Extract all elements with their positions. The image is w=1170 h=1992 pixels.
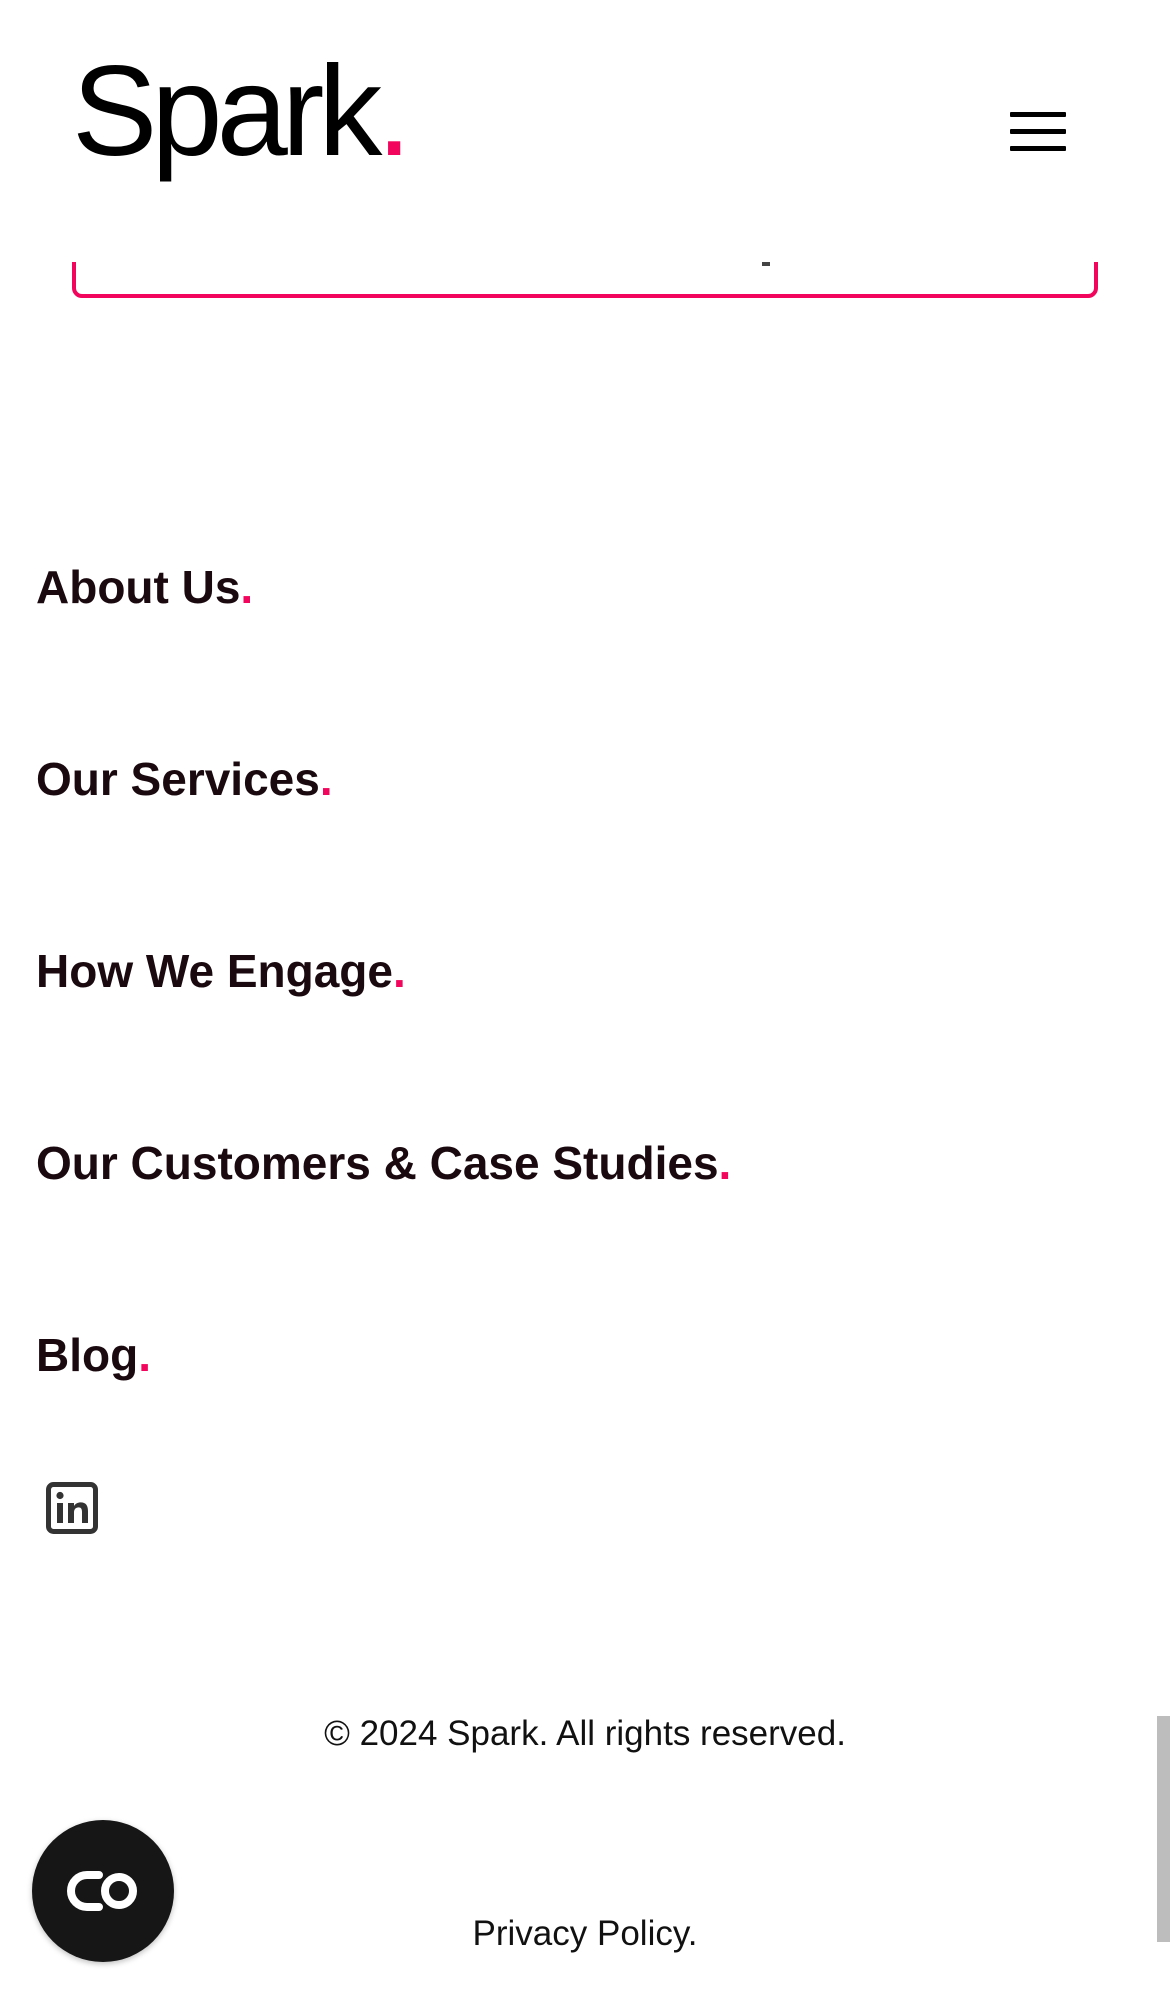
chat-widget-button[interactable] bbox=[32, 1820, 174, 1962]
logo-text: Spark bbox=[72, 40, 382, 183]
nav-label: Our Customers & Case Studies bbox=[36, 1137, 719, 1189]
menu-bar bbox=[1010, 129, 1066, 134]
spark-logo[interactable]: Spark. bbox=[72, 48, 412, 176]
logo-dot: . bbox=[376, 40, 411, 183]
scrollbar-thumb[interactable] bbox=[1157, 1716, 1170, 1942]
nav-blog[interactable]: Blog. bbox=[36, 1328, 151, 1382]
menu-bar bbox=[1010, 146, 1066, 151]
nav-label: Our Services bbox=[36, 753, 320, 805]
nav-dot: . bbox=[240, 561, 254, 613]
linkedin-icon[interactable] bbox=[46, 1482, 98, 1534]
copyright-text: © 2024 Spark. All rights reserved. bbox=[324, 1714, 846, 1753]
menu-icon[interactable] bbox=[1010, 112, 1066, 154]
menu-bar bbox=[1010, 112, 1066, 117]
nav-our-services[interactable]: Our Services. bbox=[36, 752, 333, 806]
nav-label: About Us bbox=[36, 561, 241, 613]
nav-label: How We Engage bbox=[36, 945, 393, 997]
privacy-policy-link[interactable]: Privacy Policy. bbox=[0, 1914, 1170, 1954]
nav-how-we-engage[interactable]: How We Engage. bbox=[36, 944, 406, 998]
site-header: Spark. bbox=[0, 0, 1170, 262]
nav-about-us[interactable]: About Us. bbox=[36, 560, 253, 614]
nav-label: Blog bbox=[36, 1329, 139, 1381]
nav-dot: . bbox=[319, 753, 333, 805]
nav-dot: . bbox=[718, 1137, 732, 1189]
nav-customers-case-studies[interactable]: Our Customers & Case Studies. bbox=[36, 1136, 731, 1190]
nav-dot: . bbox=[392, 945, 406, 997]
nav-dot: . bbox=[138, 1329, 151, 1381]
search-box-marker bbox=[762, 262, 770, 266]
chat-widget-icon bbox=[67, 1871, 137, 1911]
